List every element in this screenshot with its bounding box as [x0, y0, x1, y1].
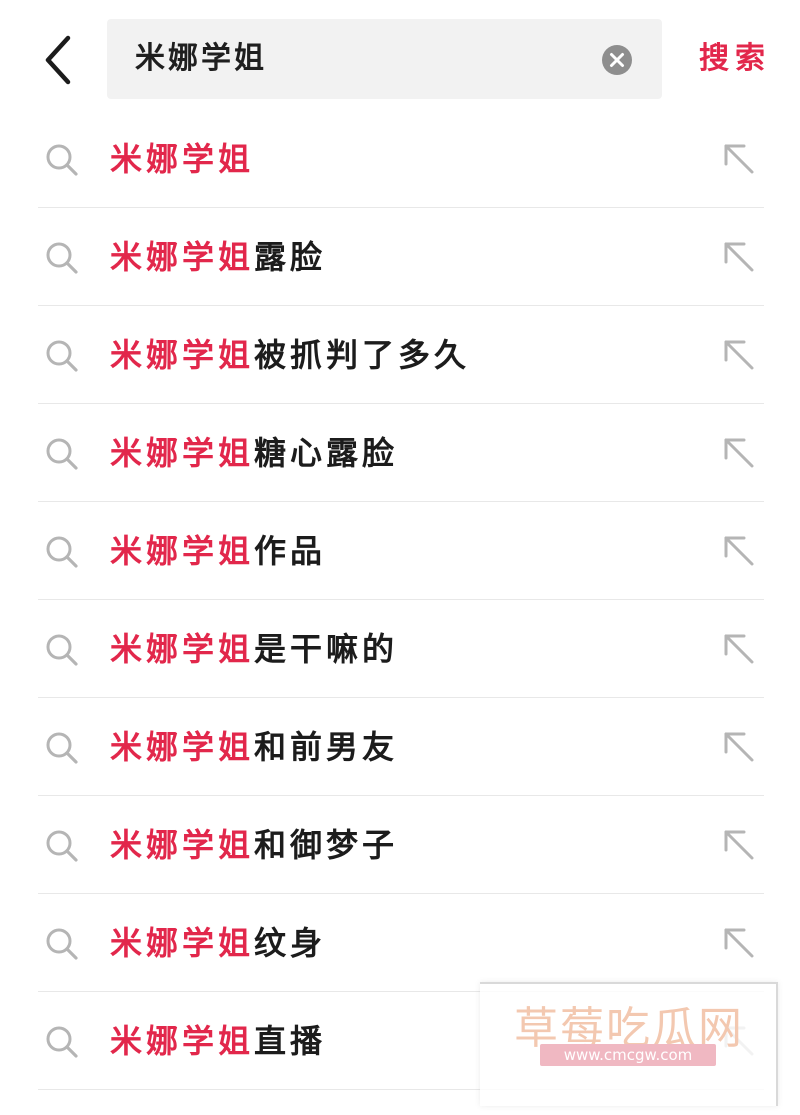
arrow-up-left-icon[interactable] [718, 432, 760, 474]
suggestion-label: 米娜学姐直播 [110, 992, 326, 1090]
search-icon [46, 438, 78, 470]
suggestion-rest: 是干嘛的 [254, 630, 399, 668]
suggestion-label: 米娜学姐露脸 [110, 208, 326, 306]
search-icon [46, 830, 78, 862]
suggestion-label: 米娜学姐纹身 [110, 894, 326, 992]
arrow-up-left-icon[interactable] [718, 922, 760, 964]
suggestion-item[interactable]: 米娜学姐是干嘛的 [0, 600, 800, 698]
search-icon [46, 144, 78, 176]
suggestion-item[interactable]: 米娜学姐作品 [0, 502, 800, 600]
suggestion-highlight: 米娜学姐 [110, 728, 255, 766]
suggestion-item[interactable]: 米娜学姐糖心露脸 [0, 404, 800, 502]
arrow-up-left-icon[interactable] [718, 138, 760, 180]
suggestion-label: 米娜学姐糖心露脸 [110, 404, 398, 502]
search-icon [46, 634, 78, 666]
watermark-url: www.cmcgw.com [540, 1044, 716, 1066]
suggestion-rest: 被抓判了多久 [254, 336, 471, 374]
suggestion-item[interactable]: 米娜学姐露脸 [0, 208, 800, 306]
suggestion-label: 米娜学姐和前男友 [110, 698, 398, 796]
suggestion-list: 米娜学姐 米娜学姐露脸 米娜学姐被抓判了多久 米娜学姐糖心露脸 米娜学姐作品 米娜学姐是干… [0, 110, 800, 1090]
suggestion-item[interactable]: 米娜学姐被抓判了多久 [0, 306, 800, 404]
arrow-up-left-icon[interactable] [718, 726, 760, 768]
suggestion-item[interactable]: 米娜学姐和御梦子 [0, 796, 800, 894]
suggestion-rest: 直播 [254, 1022, 327, 1060]
suggestion-highlight: 米娜学姐 [110, 630, 255, 668]
suggestion-label: 米娜学姐被抓判了多久 [110, 306, 470, 404]
arrow-up-left-icon[interactable] [718, 628, 760, 670]
suggestion-highlight: 米娜学姐 [110, 532, 255, 570]
clear-button[interactable] [601, 44, 633, 76]
suggestion-rest: 作品 [254, 532, 327, 570]
suggestion-label: 米娜学姐作品 [110, 502, 326, 600]
suggestion-highlight: 米娜学姐 [110, 238, 255, 276]
suggestion-highlight: 米娜学姐 [110, 924, 255, 962]
suggestion-highlight: 米娜学姐 [110, 140, 255, 178]
search-input[interactable]: 米娜学姐 [107, 19, 662, 99]
suggestion-rest: 纹身 [254, 924, 327, 962]
arrow-up-left-icon[interactable] [718, 530, 760, 572]
watermark: 草莓吃瓜网 www.cmcgw.com [480, 982, 778, 1106]
suggestion-rest: 糖心露脸 [254, 434, 399, 472]
search-input-value: 米娜学姐 [135, 41, 267, 76]
search-button[interactable]: 搜索 [690, 19, 780, 99]
suggestion-rest: 和前男友 [254, 728, 399, 766]
search-icon [46, 732, 78, 764]
suggestion-label: 米娜学姐和御梦子 [110, 796, 398, 894]
suggestion-rest: 露脸 [254, 238, 327, 276]
suggestion-highlight: 米娜学姐 [110, 434, 255, 472]
search-header: 米娜学姐 搜索 [0, 0, 800, 110]
search-icon [46, 1026, 78, 1058]
chevron-left-icon [45, 35, 71, 85]
suggestion-item[interactable]: 米娜学姐 [0, 110, 800, 208]
back-button[interactable] [38, 32, 82, 88]
suggestion-item[interactable]: 米娜学姐和前男友 [0, 698, 800, 796]
suggestion-highlight: 米娜学姐 [110, 1022, 255, 1060]
search-icon [46, 536, 78, 568]
suggestion-item[interactable]: 米娜学姐纹身 [0, 894, 800, 992]
search-icon [46, 242, 78, 274]
suggestion-label: 米娜学姐 [110, 110, 254, 208]
arrow-up-left-icon[interactable] [718, 334, 760, 376]
arrow-up-left-icon[interactable] [718, 236, 760, 278]
suggestion-highlight: 米娜学姐 [110, 826, 255, 864]
suggestion-label: 米娜学姐是干嘛的 [110, 600, 398, 698]
arrow-up-left-icon[interactable] [718, 824, 760, 866]
search-icon [46, 928, 78, 960]
suggestion-highlight: 米娜学姐 [110, 336, 255, 374]
clear-circle-icon [602, 45, 632, 75]
suggestion-rest: 和御梦子 [254, 826, 399, 864]
search-icon [46, 340, 78, 372]
